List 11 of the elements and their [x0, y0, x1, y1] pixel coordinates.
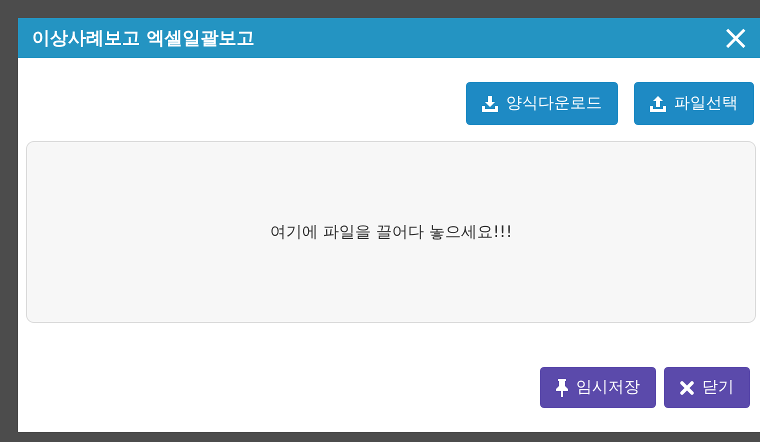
save-draft-button[interactable]: 임시저장	[540, 367, 656, 408]
download-form-button[interactable]: 양식다운로드	[466, 82, 618, 125]
drop-zone-text: 여기에 파일을 끌어다 놓으세요!!!	[270, 222, 512, 242]
pin-icon	[556, 378, 568, 396]
download-icon	[482, 96, 498, 112]
select-file-button[interactable]: 파일선택	[634, 82, 754, 125]
dialog-title: 이상사례보고 엑셀일괄보고	[32, 27, 254, 50]
drop-zone[interactable]: 여기에 파일을 끌어다 놓으세요!!!	[26, 141, 756, 323]
close-button[interactable]: 닫기	[664, 367, 750, 408]
upload-icon	[650, 96, 666, 112]
close-icon	[680, 380, 694, 394]
